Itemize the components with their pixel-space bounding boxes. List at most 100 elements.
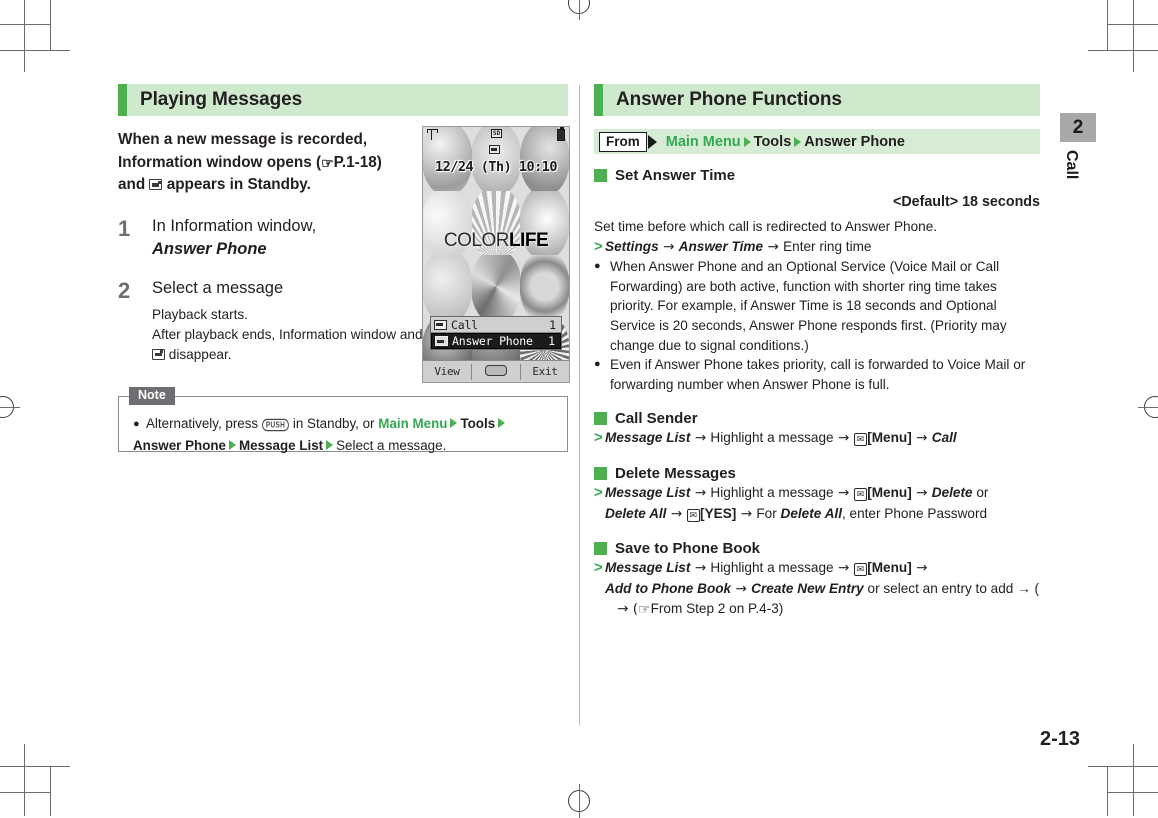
arrow-icon: → xyxy=(911,560,928,577)
path-step[interactable]: Message List xyxy=(605,485,690,500)
chevron-right-icon xyxy=(743,136,751,147)
softkey-right[interactable]: Exit xyxy=(521,365,569,378)
path-step: Highlight a message xyxy=(710,430,834,446)
push-key-icon: PUSH xyxy=(261,418,290,432)
phone-brand-logo: COLORLIFE xyxy=(423,230,569,252)
intro-page-ref: P.1-18 xyxy=(333,153,377,171)
step-title-text: In Information window, xyxy=(152,216,317,235)
bullet-icon: ● xyxy=(594,358,601,371)
arrow-icon: → xyxy=(658,238,679,255)
info-row-label: Call xyxy=(451,317,478,332)
operation-path: Settings → Answer Time → Enter ring time xyxy=(605,237,1040,258)
brand-life: LIFE xyxy=(508,230,549,251)
mail-key-icon: ✉ xyxy=(853,563,868,577)
subsection-title: Call Sender xyxy=(615,410,698,428)
intro-line-3b: appears in Standby. xyxy=(166,176,311,193)
mail-key-icon: ✉ xyxy=(686,508,701,522)
path-marker-icon: > xyxy=(594,237,603,255)
path-step: Highlight a message xyxy=(710,484,834,500)
arrow-icon: → xyxy=(911,484,932,501)
mail-key-icon: ✉ xyxy=(853,433,868,447)
subsection-title: Set Answer Time xyxy=(615,167,736,184)
manual-page: Playing Messages When a new message is r… xyxy=(0,0,1158,818)
note-crumb-tools[interactable]: Tools xyxy=(460,416,495,431)
bullet-icon: ● xyxy=(594,260,601,273)
section-header-playing-messages: Playing Messages xyxy=(118,84,568,116)
path-step[interactable]: Call xyxy=(932,430,957,445)
note-label: Note xyxy=(129,387,175,405)
chevron-right-icon xyxy=(794,136,802,147)
arrow-icon: → xyxy=(690,560,711,577)
step-menu-item[interactable]: Answer Phone xyxy=(152,240,267,258)
registration-mark-top xyxy=(566,0,592,20)
note-bullet-text: When Answer Phone and an Optional Servic… xyxy=(610,259,1007,353)
path-step[interactable]: Delete All xyxy=(605,506,666,521)
signal-icon xyxy=(427,129,438,140)
right-column: Answer Phone Functions From Main Menu Too… xyxy=(594,84,1040,620)
chevron-right-icon xyxy=(326,440,334,450)
note-text-a: Alternatively, press xyxy=(146,416,259,431)
registration-mark-right xyxy=(1138,394,1158,420)
note-bullet-row: ● Even if Answer Phone takes priority, c… xyxy=(594,355,1040,394)
intro-line-2b: ) xyxy=(376,153,382,171)
default-value: 18 seconds xyxy=(962,194,1040,210)
info-row-answer-phone[interactable]: Answer Phone 1 xyxy=(431,333,561,349)
phone-screen-mockup: SD 12/24 (Th) 10:10 COLORLIFE Call 1 Ans… xyxy=(422,126,570,383)
path-step[interactable]: Delete xyxy=(932,485,973,500)
operation-path-row: > Message List → Highlight a message → ✉… xyxy=(594,558,1040,620)
subsection-title: Save to Phone Book xyxy=(615,540,761,558)
center-key-icon xyxy=(485,364,507,376)
path-step[interactable]: Create New Entry xyxy=(751,581,864,596)
step-desc-line: Playback starts. xyxy=(152,306,248,322)
path-step: For xyxy=(756,505,781,521)
page-number: 2-13 xyxy=(1040,728,1081,750)
path-step[interactable]: Add to Phone Book xyxy=(605,581,731,596)
note-crumb-main-menu[interactable]: Main Menu xyxy=(378,416,447,431)
battery-icon xyxy=(556,127,565,141)
path-step[interactable]: Settings xyxy=(605,239,659,254)
bullet-square-icon xyxy=(594,542,607,556)
breadcrumb-item-tools[interactable]: Tools xyxy=(754,134,792,150)
note-bullet-row: ● When Answer Phone and an Optional Serv… xyxy=(594,257,1040,355)
arrow-icon: → ( xyxy=(617,601,639,618)
softkey-center[interactable] xyxy=(472,364,520,379)
mail-key-icon: ✉ xyxy=(853,487,868,501)
path-page-ref: From Step 2 on P.4-3) xyxy=(650,601,784,617)
path-step: Enter ring time xyxy=(783,238,872,254)
path-step[interactable]: [Menu] xyxy=(867,430,912,445)
sd-card-icon: SD xyxy=(490,129,503,138)
info-row-call[interactable]: Call 1 xyxy=(431,317,561,333)
breadcrumb-item-main-menu[interactable]: Main Menu xyxy=(666,134,741,150)
info-row-count: 1 xyxy=(548,334,555,348)
step-number: 2 xyxy=(118,277,131,303)
note-crumb-message-list[interactable]: Message List xyxy=(239,438,323,453)
section-header-answer-phone-functions: Answer Phone Functions xyxy=(594,84,1040,116)
softkey-left[interactable]: View xyxy=(423,365,471,378)
path-step[interactable]: [Menu] xyxy=(867,485,912,500)
breadcrumb-item-answer-phone[interactable]: Answer Phone xyxy=(804,134,905,150)
path-step: , enter Phone Password xyxy=(841,505,988,521)
info-row-count: 1 xyxy=(549,317,556,332)
answer-phone-icon xyxy=(149,179,163,190)
step-title: Select a message xyxy=(152,277,448,300)
path-step[interactable]: Delete All xyxy=(781,506,842,521)
arrow-icon: → xyxy=(833,560,854,577)
path-step[interactable]: [Menu] xyxy=(867,560,912,575)
step-desc-line: disappear. xyxy=(168,346,232,362)
note-box: Note ● Alternatively, press PUSH in Stand… xyxy=(118,387,568,453)
path-step[interactable]: [YES] xyxy=(700,506,736,521)
arrow-icon: → xyxy=(911,430,932,447)
step-item: 1 In Information window, Answer Phone xyxy=(118,215,448,261)
path-conjunction: or xyxy=(972,484,989,500)
information-window: Call 1 Answer Phone 1 xyxy=(430,316,562,350)
page-ref-icon: ☞ xyxy=(638,601,651,618)
registration-mark-left xyxy=(0,394,20,420)
path-step[interactable]: Message List xyxy=(605,560,690,575)
path-step[interactable]: Message List xyxy=(605,430,690,445)
note-crumb-answer-phone[interactable]: Answer Phone xyxy=(133,438,226,453)
arrow-icon: → xyxy=(666,505,687,522)
path-step[interactable]: Answer Time xyxy=(679,239,763,254)
chapter-tab-label: Call xyxy=(1063,150,1080,180)
phone-softkey-bar: View Exit xyxy=(423,360,569,382)
step-title: In Information window, xyxy=(152,215,448,238)
